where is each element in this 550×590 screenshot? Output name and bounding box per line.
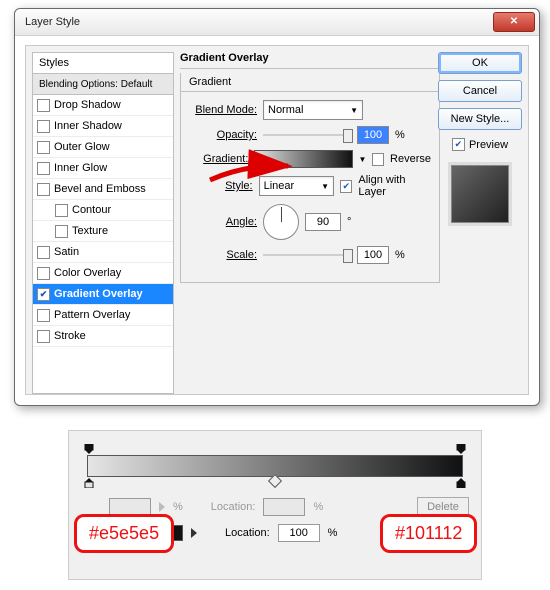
style-row-contour[interactable]: Contour [33, 200, 173, 221]
blend-mode-label: Blend Mode: [189, 104, 257, 116]
preview-checkbox[interactable]: ✔ [452, 138, 465, 151]
style-label: Outer Glow [54, 141, 110, 153]
style-checkbox[interactable] [37, 141, 50, 154]
style-checkbox[interactable] [37, 120, 50, 133]
style-row-inner-shadow[interactable]: Inner Shadow [33, 116, 173, 137]
style-row-color-overlay[interactable]: Color Overlay [33, 263, 173, 284]
reverse-checkbox[interactable] [372, 153, 384, 166]
style-checkbox[interactable] [37, 162, 50, 175]
style-checkbox[interactable] [37, 99, 50, 112]
opacity-stop-right[interactable] [456, 444, 466, 454]
style-label: Bevel and Emboss [54, 183, 146, 195]
style-checkbox[interactable] [37, 246, 50, 259]
style-row-bevel-and-emboss[interactable]: Bevel and Emboss [33, 179, 173, 200]
close-button[interactable]: ✕ [493, 12, 535, 32]
close-icon: ✕ [510, 17, 518, 27]
scale-slider[interactable] [263, 254, 351, 256]
chevron-down-icon: ▼ [321, 182, 329, 191]
scale-field[interactable]: 100 [357, 246, 389, 264]
gradient-bar[interactable] [87, 455, 463, 477]
style-checkbox[interactable] [37, 267, 50, 280]
align-label: Align with Layer [358, 174, 431, 198]
preview-label: Preview [469, 139, 508, 151]
style-label: Inner Shadow [54, 120, 122, 132]
right-buttons: OK Cancel New Style... ✔ Preview [438, 52, 522, 223]
titlebar[interactable]: Layer Style ✕ [15, 9, 539, 36]
color-stop-left[interactable] [84, 478, 94, 488]
midpoint-handle[interactable] [268, 474, 282, 488]
opacity-field[interactable]: 100 [357, 126, 389, 144]
annotation-left-hex: #e5e5e5 [74, 514, 174, 553]
reverse-label: Reverse [390, 153, 431, 165]
style-row-texture[interactable]: Texture [33, 221, 173, 242]
style-label: Contour [72, 204, 111, 216]
annotation-right-hex: #101112 [380, 514, 477, 553]
angle-label: Angle: [189, 216, 257, 228]
dialog-body: Styles Blending Options: Default Drop Sh… [25, 45, 529, 395]
color-location-field[interactable]: 100 [278, 524, 320, 542]
style-label: Color Overlay [54, 267, 121, 279]
gradient-editor: % Location: % Delete Color: Location: 10… [68, 430, 482, 580]
style-checkbox[interactable] [37, 330, 50, 343]
preview-swatch [451, 165, 509, 223]
location-label: Location: [211, 501, 256, 513]
style-label: Satin [54, 246, 79, 258]
annotation-arrow [206, 162, 296, 189]
ok-button[interactable]: OK [438, 52, 522, 74]
layer-style-dialog: Layer Style ✕ Styles Blending Options: D… [14, 8, 540, 406]
cancel-button[interactable]: Cancel [438, 80, 522, 102]
blend-mode-select[interactable]: Normal ▼ [263, 100, 363, 120]
style-row-stroke[interactable]: Stroke [33, 326, 173, 347]
style-checkbox[interactable] [37, 183, 50, 196]
blending-options-header[interactable]: Blending Options: Default [33, 74, 173, 95]
style-row-drop-shadow[interactable]: Drop Shadow [33, 95, 173, 116]
style-row-pattern-overlay[interactable]: Pattern Overlay [33, 305, 173, 326]
style-label: Stroke [54, 330, 86, 342]
style-checkbox[interactable] [37, 309, 50, 322]
opacity-location-field [263, 498, 305, 516]
style-row-inner-glow[interactable]: Inner Glow [33, 158, 173, 179]
style-label: Pattern Overlay [54, 309, 130, 321]
style-row-satin[interactable]: Satin [33, 242, 173, 263]
chevron-right-icon[interactable] [191, 528, 197, 538]
dialog-title: Layer Style [25, 16, 493, 28]
chevron-right-icon [159, 502, 165, 512]
opacity-label: Opacity: [189, 129, 257, 141]
style-label: Texture [72, 225, 108, 237]
color-stop-right[interactable] [456, 478, 466, 488]
style-checkbox[interactable]: ✔ [37, 288, 50, 301]
style-row-outer-glow[interactable]: Outer Glow [33, 137, 173, 158]
style-label: Inner Glow [54, 162, 107, 174]
opacity-stop-left[interactable] [84, 444, 94, 454]
styles-header[interactable]: Styles [33, 53, 173, 74]
chevron-down-icon[interactable]: ▼ [359, 155, 367, 164]
align-checkbox[interactable]: ✔ [340, 180, 352, 193]
style-row-gradient-overlay[interactable]: ✔ Gradient Overlay [33, 284, 173, 305]
style-label: Drop Shadow [54, 99, 121, 111]
style-label: Gradient Overlay [54, 288, 143, 300]
style-checkbox[interactable] [55, 204, 68, 217]
new-style-button[interactable]: New Style... [438, 108, 522, 130]
scale-label: Scale: [189, 249, 257, 261]
styles-panel: Styles Blending Options: Default Drop Sh… [32, 52, 174, 394]
style-checkbox[interactable] [55, 225, 68, 238]
angle-dial[interactable] [263, 204, 299, 240]
gradient-group-title: Gradient [181, 73, 439, 92]
angle-field[interactable]: 90 [305, 213, 341, 231]
chevron-down-icon: ▼ [350, 106, 358, 115]
location-label: Location: [225, 527, 270, 539]
opacity-slider[interactable] [263, 134, 351, 136]
panel-title: Gradient Overlay [180, 52, 440, 69]
